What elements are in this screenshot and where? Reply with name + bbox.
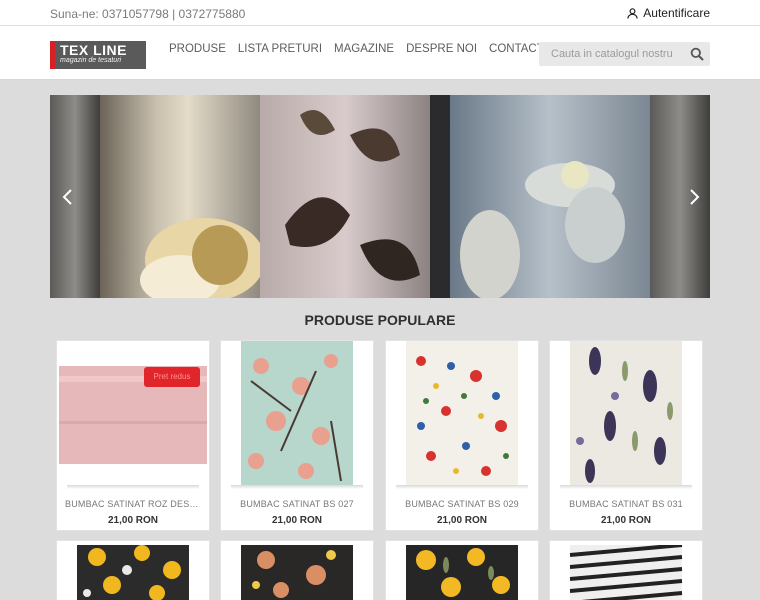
product-price: 21,00 RON — [271, 515, 323, 526]
product-card[interactable]: BUMBAC SATINAT BS 027 21,00 RON — [220, 340, 374, 531]
product-image — [550, 545, 702, 600]
login-link[interactable]: Autentificare — [627, 6, 710, 20]
section-title: PRODUSE POPULARE — [304, 312, 456, 328]
product-card[interactable] — [220, 540, 374, 600]
product-card[interactable] — [385, 540, 539, 600]
product-image — [57, 545, 209, 600]
product-image — [221, 341, 373, 488]
chevron-right-icon[interactable] — [686, 188, 702, 206]
product-image — [57, 341, 209, 488]
product-name[interactable]: BUMBAC SATINAT BS 031 — [550, 499, 702, 509]
product-image — [386, 545, 538, 600]
nav-item-lista-preturi[interactable]: LISTA PRETURI — [238, 43, 322, 55]
search-icon[interactable] — [690, 47, 704, 61]
chevron-left-icon[interactable] — [60, 188, 76, 206]
product-card[interactable]: BUMBAC SATINAT BS 029 21,00 RON — [385, 340, 539, 531]
header: TEX LINE magazin de tesaturi PRODUSE LIS… — [0, 26, 760, 80]
site-logo[interactable]: TEX LINE magazin de tesaturi — [50, 41, 146, 69]
nav-item-despre-noi[interactable]: DESPRE NOI — [406, 43, 477, 55]
product-name[interactable]: BUMBAC SATINAT BS 029 — [386, 499, 538, 509]
search-box — [539, 42, 710, 66]
product-card[interactable] — [549, 540, 703, 600]
product-price: 21,00 RON — [107, 515, 159, 526]
login-label: Autentificare — [643, 6, 710, 20]
main-nav: PRODUSE LISTA PRETURI MAGAZINE DESPRE NO… — [169, 43, 544, 55]
product-card[interactable]: Pret redus BUMBAC SATINAT ROZ DESCHIS 21… — [56, 340, 210, 531]
user-icon — [627, 7, 638, 19]
slider-image — [50, 95, 710, 298]
logo-subtitle: magazin de tesaturi — [60, 57, 122, 64]
product-image — [386, 341, 538, 488]
product-card[interactable] — [56, 540, 210, 600]
hero-slider[interactable] — [50, 95, 710, 298]
product-image — [550, 341, 702, 488]
product-name[interactable]: BUMBAC SATINAT ROZ DESCHIS — [57, 499, 209, 509]
product-price: 21,00 RON — [600, 515, 652, 526]
search-input[interactable] — [539, 42, 684, 66]
product-card[interactable]: BUMBAC SATINAT BS 031 21,00 RON — [549, 340, 703, 531]
phone-numbers: Suna-ne: 0371057798 | 0372775880 — [50, 7, 246, 21]
nav-item-contact[interactable]: CONTACT — [489, 43, 544, 55]
logo-title: TEX LINE — [60, 42, 128, 58]
product-name[interactable]: BUMBAC SATINAT BS 027 — [221, 499, 373, 509]
nav-item-magazine[interactable]: MAGAZINE — [334, 43, 394, 55]
nav-item-produse[interactable]: PRODUSE — [169, 43, 226, 55]
top-bar: Suna-ne: 0371057798 | 0372775880 Autenti… — [0, 0, 760, 26]
product-image — [221, 545, 373, 600]
product-price: 21,00 RON — [436, 515, 488, 526]
sale-badge: Pret redus — [144, 367, 200, 387]
